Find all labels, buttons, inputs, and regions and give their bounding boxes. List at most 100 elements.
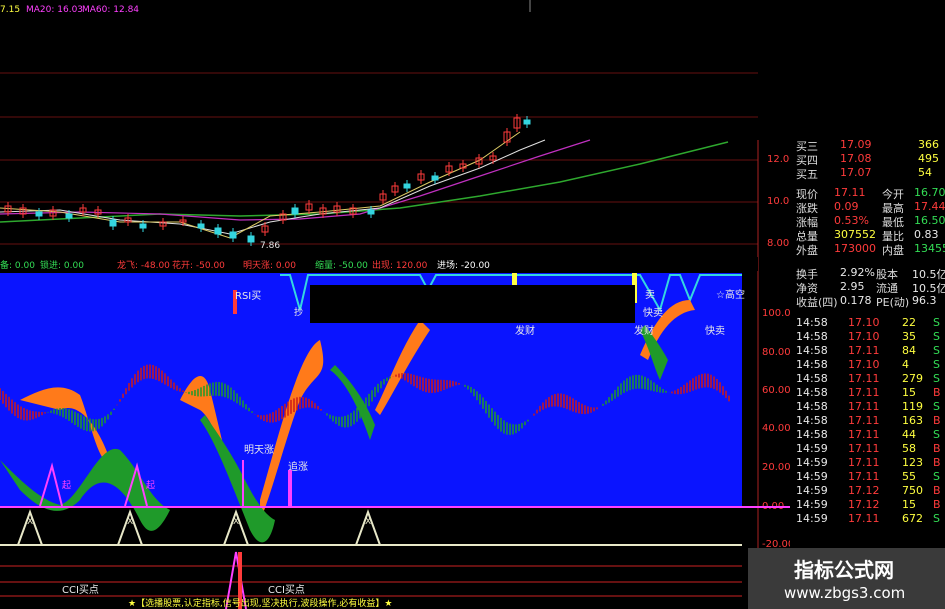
indicator-value: 缩量: -50.00 [315, 259, 368, 271]
stat-label: 外盘 [796, 244, 818, 257]
tick-volume: 163 [902, 414, 923, 427]
tick-side: S [933, 344, 940, 357]
triangle-signals [17, 509, 381, 546]
price-grid [0, 72, 758, 245]
tick-row[interactable]: 14:58 17.11 119 S [790, 400, 945, 414]
stat-row: 现价 17.11 今开 16.70 [790, 186, 945, 201]
buy-char-label: 抄 [294, 306, 303, 318]
candle-body [431, 175, 439, 181]
tick-volume: 279 [902, 372, 923, 385]
tick-time: 14:58 [796, 316, 828, 329]
low-marker: 7.86 [260, 241, 280, 251]
tick-row[interactable]: 14:59 17.11 55 S [790, 470, 945, 484]
osc-axis: 100.00 80.00 60.00 40.00 20.00 0.00 -20.… [762, 308, 790, 550]
buy-level-vol: 54 [918, 166, 932, 179]
candle-body [403, 183, 411, 189]
tick-volume: 672 [902, 512, 923, 525]
mingtianzhang-label: 明天涨 [244, 444, 274, 456]
tick-row[interactable]: 14:59 17.11 672 S [790, 512, 945, 526]
share-label: PE(动) [876, 296, 910, 309]
stat-label: 内盘 [882, 244, 904, 257]
indicator-value: 备: 0.00 [0, 259, 35, 271]
stat-value: 17.44 [914, 200, 945, 213]
indicator-value: 龙飞: -48.00 [117, 259, 170, 271]
tick-price: 17.11 [848, 400, 880, 413]
share-row: 收益(四) 0.178 PE(动) 96.3 [790, 294, 945, 309]
tick-row[interactable]: 14:59 17.11 58 B [790, 442, 945, 456]
tick-price: 17.12 [848, 484, 880, 497]
tick-time: 14:58 [796, 428, 828, 441]
buy-level-label: 买五 [796, 168, 818, 181]
svg-text:X: X [233, 517, 239, 527]
tick-row[interactable]: 14:58 17.11 279 S [790, 372, 945, 386]
cci-label-1: CCI买点 [62, 584, 99, 596]
candle-body [214, 227, 222, 235]
tick-row[interactable]: 14:58 17.10 22 S [790, 316, 945, 330]
svg-text:60.00: 60.00 [762, 385, 790, 396]
tick-price: 17.11 [848, 512, 880, 525]
tick-price: 17.11 [848, 386, 880, 399]
tick-volume: 84 [902, 344, 916, 357]
tick-volume: 55 [902, 470, 916, 483]
buy-level-price: 17.09 [840, 138, 872, 151]
stat-value: 134552 [914, 242, 945, 255]
stat-row: 外盘 173000 内盘 134552 [790, 242, 945, 257]
kuaimai-label-2: 快卖 [705, 325, 725, 337]
tick-volume: 35 [902, 330, 916, 343]
tick-row[interactable]: 14:59 17.12 15 B [790, 498, 945, 512]
tick-row[interactable]: 14:59 17.11 123 B [790, 456, 945, 470]
tick-time: 14:59 [796, 512, 828, 525]
share-value: 0.178 [840, 294, 872, 307]
tick-row[interactable]: 14:58 17.11 84 S [790, 344, 945, 358]
buy-level-row: 买四 17.08 495 [790, 152, 945, 167]
indicator-value: 花开: -50.00 [172, 259, 225, 271]
svg-text:40.00: 40.00 [762, 423, 790, 434]
tick-time: 14:59 [796, 498, 828, 511]
tick-row[interactable]: 14:58 17.11 163 B [790, 414, 945, 428]
share-value: 2.95 [840, 280, 865, 293]
tick-row[interactable]: 14:58 17.10 35 S [790, 330, 945, 344]
gaokong-label: ☆高空 [716, 288, 745, 301]
tick-side: B [933, 456, 941, 469]
tick-time: 14:58 [796, 386, 828, 399]
candle-body [291, 207, 299, 215]
ma20-label: MA20: 16.03 [26, 5, 83, 15]
buy-level-price: 17.07 [840, 166, 872, 179]
stat-row: 涨幅 0.53% 最低 16.50 [790, 214, 945, 229]
share-label: 收益(四) [796, 296, 838, 309]
candle-body [35, 211, 43, 217]
stat-value: 307552 [834, 228, 876, 241]
tick-row[interactable]: 14:59 17.12 750 B [790, 484, 945, 498]
indicator-bar: 备: 0.00 锁进: 0.00 龙飞: -48.00 花开: -50.00 明天涨: … [0, 259, 490, 271]
tick-side: B [933, 414, 941, 427]
share-row: 换手 2.92% 股本 10.5亿 [790, 266, 945, 281]
tick-side: B [933, 442, 941, 455]
tick-price: 17.11 [848, 442, 880, 455]
watermark: 指标公式网 www.zbgs3.com [748, 548, 945, 609]
svg-text:8.00: 8.00 [767, 238, 789, 249]
tick-price: 17.10 [848, 316, 880, 329]
stat-value: 16.50 [914, 214, 945, 227]
tick-row[interactable]: 14:58 17.11 15 B [790, 386, 945, 400]
tick-time: 14:58 [796, 372, 828, 385]
candle-body [65, 213, 73, 219]
tick-row[interactable]: 14:58 17.10 4 S [790, 358, 945, 372]
tick-side: B [933, 484, 941, 497]
tick-time: 14:58 [796, 358, 828, 371]
candle-body [109, 219, 117, 227]
buy-level-row: 买三 17.09 366 [790, 138, 945, 153]
svg-text:10.00: 10.00 [767, 196, 790, 207]
indicator-value: 明天涨: 0.00 [243, 260, 296, 271]
buy-level-vol: 366 [918, 138, 939, 151]
tick-volume: 15 [902, 498, 916, 511]
tick-price: 17.11 [848, 428, 880, 441]
chart-svg[interactable]: 7.15 MA20: 16.03 MA60: 12.84 12.00 10.00… [0, 0, 790, 609]
chart-area[interactable]: 7.15 MA20: 16.03 MA60: 12.84 12.00 10.00… [0, 0, 790, 609]
stat-row: 涨跌 0.09 最高 17.44 [790, 200, 945, 215]
tick-volume: 44 [902, 428, 916, 441]
tick-row[interactable]: 14:58 17.11 44 S [790, 428, 945, 442]
price-axis: 12.00 10.00 8.00 [767, 154, 790, 249]
tick-time: 14:59 [796, 442, 828, 455]
tick-time: 14:58 [796, 414, 828, 427]
stat-value: 173000 [834, 242, 876, 255]
